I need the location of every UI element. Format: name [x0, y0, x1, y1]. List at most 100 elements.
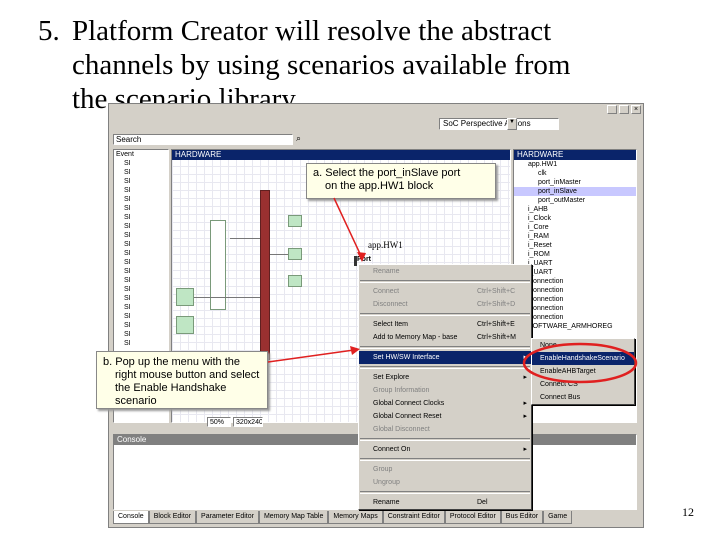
tree-item[interactable]: SI: [114, 303, 168, 312]
highlight-ellipse: [522, 342, 638, 384]
tab-protocol-editor[interactable]: Protocol Editor: [444, 511, 501, 524]
menu-item[interactable]: Global Disconnect: [359, 423, 531, 436]
tree-item[interactable]: Connection: [514, 313, 636, 322]
tree-item[interactable]: SI: [114, 231, 168, 240]
menu-separator: [360, 491, 530, 494]
menu-item-label: Global Connect Reset: [373, 413, 442, 420]
tree-item[interactable]: Connection: [514, 295, 636, 304]
menu-item[interactable]: Set Explore ▸: [359, 371, 531, 384]
menu-item[interactable]: Global Connect Reset ▸: [359, 410, 531, 423]
zoom-field[interactable]: 50%: [207, 417, 231, 427]
zoom-value: 50%: [210, 419, 225, 426]
tree-item[interactable]: clk: [514, 169, 636, 178]
menu-item[interactable]: Set HW/SW Interface ▸: [359, 351, 531, 364]
tree-item[interactable]: SI: [114, 267, 168, 276]
tab-game[interactable]: Game: [543, 511, 573, 524]
tree-item[interactable]: SI: [114, 330, 168, 339]
tab-bus-editor[interactable]: Bus Editor: [500, 511, 544, 524]
tab-constraint-editor[interactable]: Constraint Editor: [382, 511, 445, 524]
maximize-button[interactable]: [619, 105, 629, 114]
tree-item[interactable]: SI: [114, 249, 168, 258]
perspective-label: SoC Perspective Actions: [443, 119, 531, 128]
menu-item[interactable]: Rename Del: [359, 496, 531, 509]
tree-item[interactable]: Connection: [514, 286, 636, 295]
tree-item[interactable]: SOFTWARE_ARMHOREG: [514, 322, 636, 331]
perspective-dropdown[interactable]: SoC Perspective Actions: [439, 118, 559, 130]
menu-item[interactable]: Rename: [359, 265, 531, 278]
binoculars-icon[interactable]: ⌕: [296, 133, 301, 144]
tab-console[interactable]: Console: [113, 511, 149, 524]
tab-block-editor[interactable]: Block Editor: [148, 511, 197, 524]
tree-item[interactable]: Event: [114, 150, 168, 159]
tab-memory-maps[interactable]: Memory Maps: [328, 511, 383, 524]
menu-item-label: Connect On: [373, 446, 411, 453]
menu-item[interactable]: Connect On ▸: [359, 443, 531, 456]
tree-item[interactable]: port_outMaster: [514, 196, 636, 205]
component-block[interactable]: [176, 288, 194, 306]
tree-item[interactable]: SI: [114, 204, 168, 213]
tree-item[interactable]: i_ROM: [514, 250, 636, 259]
menu-item-label: Set HW/SW Interface: [373, 354, 440, 361]
bottom-tab-bar: Console Block Editor Parameter Editor Memor…: [113, 511, 637, 524]
tree-item[interactable]: port_inSlave: [514, 187, 636, 196]
tree-item[interactable]: i_UART: [514, 268, 636, 277]
submenu-arrow-icon: ▸: [523, 446, 527, 453]
menu-separator: [360, 438, 530, 441]
minimize-button[interactable]: [607, 105, 617, 114]
tree-item[interactable]: i_AHB: [514, 205, 636, 214]
tree-item[interactable]: SI: [114, 213, 168, 222]
tree-item[interactable]: i_Reset: [514, 241, 636, 250]
title-number: 5.: [38, 15, 60, 47]
tree-item[interactable]: Connection: [514, 277, 636, 286]
menu-item[interactable]: Group Information: [359, 384, 531, 397]
menu-item-label: Ungroup: [373, 479, 400, 486]
close-button[interactable]: ×: [631, 105, 641, 114]
submenu-item[interactable]: Connect Bus: [532, 391, 634, 404]
tree-item[interactable]: i_Clock: [514, 214, 636, 223]
port-block[interactable]: [288, 248, 302, 260]
tree-item[interactable]: SI: [114, 276, 168, 285]
chevron-down-icon[interactable]: ▼: [507, 118, 517, 130]
component-block[interactable]: [176, 316, 194, 334]
menu-item[interactable]: Global Connect Clocks ▸: [359, 397, 531, 410]
tree-item[interactable]: port_inMaster: [514, 178, 636, 187]
callout-b-arrow: [267, 346, 360, 363]
tree-item[interactable]: SI: [114, 222, 168, 231]
tree-item[interactable]: SI: [114, 195, 168, 204]
tree-item[interactable]: SI: [114, 177, 168, 186]
callout-a: a. Select the port_inSlave port on the a…: [306, 163, 496, 199]
tree-item[interactable]: SI: [114, 339, 168, 348]
tab-memory-map-table[interactable]: Memory Map Table: [258, 511, 329, 524]
callout-a-line2: on the app.HW1 block: [325, 180, 434, 192]
tab-parameter-editor[interactable]: Parameter Editor: [196, 511, 259, 524]
port-block[interactable]: [288, 275, 302, 287]
tree-item[interactable]: SI: [114, 285, 168, 294]
menu-item-label: Global Connect Clocks: [373, 400, 445, 407]
menu-item[interactable]: Add to Memory Map - base Ctrl+Shift+M: [359, 331, 531, 344]
menu-separator: [360, 346, 530, 349]
tree-header: HARDWARE: [514, 150, 636, 160]
tree-item[interactable]: app.HW1: [514, 160, 636, 169]
tree-item[interactable]: SI: [114, 312, 168, 321]
tree-item[interactable]: i_RAM: [514, 232, 636, 241]
port-block[interactable]: [288, 215, 302, 227]
tree-item[interactable]: SI: [114, 294, 168, 303]
menu-item[interactable]: Connect Ctrl+Shift+C: [359, 285, 531, 298]
tree-item[interactable]: SI: [114, 168, 168, 177]
submenu-arrow-icon: ▸: [523, 400, 527, 407]
menu-item[interactable]: Group: [359, 463, 531, 476]
tree-item[interactable]: i_Core: [514, 223, 636, 232]
tree-item[interactable]: SI: [114, 240, 168, 249]
tree-item[interactable]: SI: [114, 159, 168, 168]
tree-item[interactable]: SI: [114, 321, 168, 330]
menu-item[interactable]: Select Item Ctrl+Shift+E: [359, 318, 531, 331]
menu-item[interactable]: Ungroup: [359, 476, 531, 489]
menu-item[interactable]: Disconnect Ctrl+Shift+D: [359, 298, 531, 311]
tree-item[interactable]: SI: [114, 186, 168, 195]
tree-item[interactable]: i_UART: [514, 259, 636, 268]
tree-item[interactable]: SI: [114, 258, 168, 267]
bus-block[interactable]: [260, 190, 270, 360]
search-input[interactable]: Search: [113, 134, 293, 145]
callout-a-line1: a. Select the port_inSlave port: [313, 167, 461, 179]
tree-item[interactable]: Connection: [514, 304, 636, 313]
